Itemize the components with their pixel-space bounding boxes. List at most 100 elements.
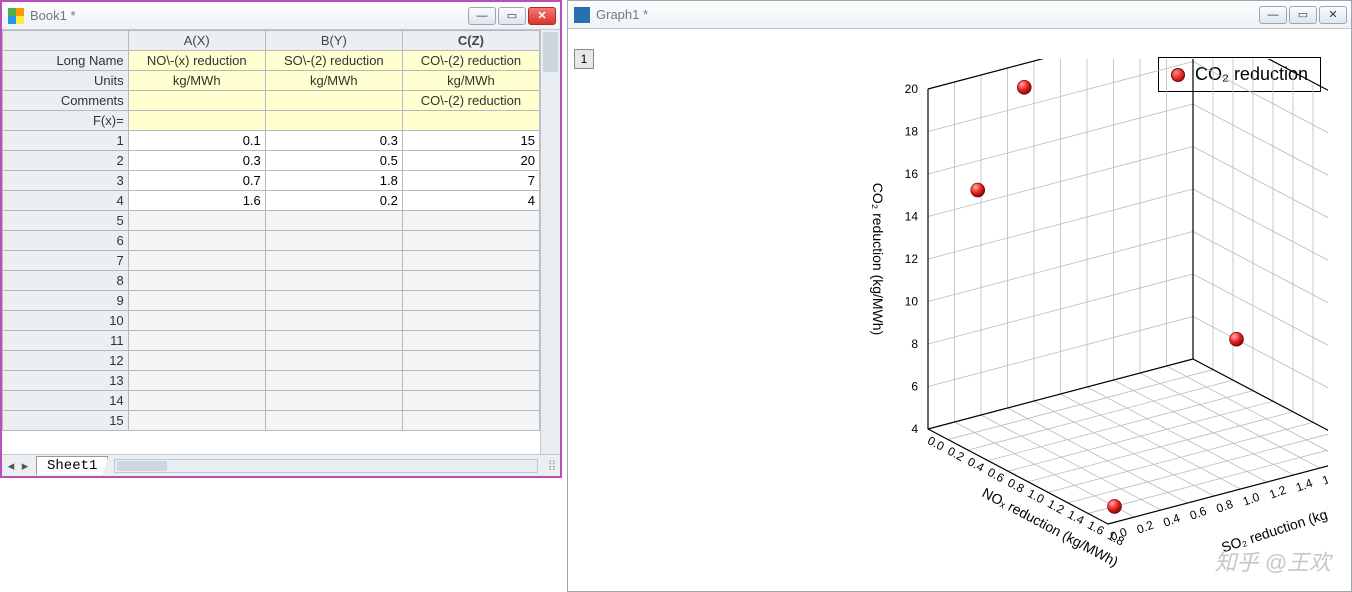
vertical-scrollbar[interactable] <box>540 30 560 454</box>
row-label-fx[interactable]: F(x)= <box>3 111 129 131</box>
row-label-units[interactable]: Units <box>3 71 129 91</box>
row-label-comments[interactable]: Comments <box>3 91 129 111</box>
close-button[interactable]: ✕ <box>1319 6 1347 24</box>
row-header[interactable]: 6 <box>3 231 129 251</box>
cell-b[interactable] <box>265 351 402 371</box>
cell-c[interactable] <box>402 331 539 351</box>
cell-c[interactable] <box>402 231 539 251</box>
minimize-button[interactable]: — <box>1259 6 1287 24</box>
cell-a[interactable] <box>128 411 265 431</box>
cell-a[interactable] <box>128 271 265 291</box>
close-button[interactable]: ✕ <box>528 7 556 25</box>
row-header[interactable]: 2 <box>3 151 129 171</box>
row-header[interactable]: 5 <box>3 211 129 231</box>
cell-units-c[interactable]: kg/MWh <box>402 71 539 91</box>
cell-c[interactable]: 15 <box>402 131 539 151</box>
minimize-button[interactable]: — <box>468 7 496 25</box>
cell-b[interactable] <box>265 231 402 251</box>
cell-c[interactable] <box>402 371 539 391</box>
cell-a[interactable]: 1.6 <box>128 191 265 211</box>
cell-b[interactable] <box>265 211 402 231</box>
row-header[interactable]: 11 <box>3 331 129 351</box>
corner-cell[interactable] <box>3 31 129 51</box>
cell-units-a[interactable]: kg/MWh <box>128 71 265 91</box>
horizontal-scrollbar[interactable] <box>114 459 538 473</box>
cell-fx-b[interactable] <box>265 111 402 131</box>
cell-b[interactable]: 0.2 <box>265 191 402 211</box>
row-header[interactable]: 3 <box>3 171 129 191</box>
cell-fx-a[interactable] <box>128 111 265 131</box>
data-point[interactable] <box>1108 499 1122 513</box>
row-label-longname[interactable]: Long Name <box>3 51 129 71</box>
cell-comments-a[interactable] <box>128 91 265 111</box>
cell-b[interactable] <box>265 251 402 271</box>
cell-a[interactable] <box>128 311 265 331</box>
row-header[interactable]: 10 <box>3 311 129 331</box>
cell-c[interactable] <box>402 411 539 431</box>
graph-canvas[interactable]: 1 CO₂ reduction 4681012141618200.00.20.4… <box>568 29 1351 591</box>
row-header[interactable]: 4 <box>3 191 129 211</box>
cell-a[interactable] <box>128 371 265 391</box>
cell-a[interactable] <box>128 331 265 351</box>
cell-a[interactable] <box>128 231 265 251</box>
maximize-button[interactable]: ▭ <box>1289 6 1317 24</box>
row-header[interactable]: 1 <box>3 131 129 151</box>
data-point[interactable] <box>971 183 985 197</box>
cell-c[interactable] <box>402 351 539 371</box>
row-header[interactable]: 9 <box>3 291 129 311</box>
cell-a[interactable] <box>128 251 265 271</box>
cell-b[interactable] <box>265 271 402 291</box>
cell-longname-c[interactable]: CO\-(2) reduction <box>402 51 539 71</box>
cell-comments-c[interactable]: CO\-(2) reduction <box>402 91 539 111</box>
col-header-a[interactable]: A(X) <box>128 31 265 51</box>
cell-a[interactable]: 0.7 <box>128 171 265 191</box>
row-header[interactable]: 14 <box>3 391 129 411</box>
cell-c[interactable]: 7 <box>402 171 539 191</box>
cell-a[interactable]: 0.3 <box>128 151 265 171</box>
cell-b[interactable]: 0.5 <box>265 151 402 171</box>
data-point[interactable] <box>1230 332 1244 346</box>
cell-longname-b[interactable]: SO\-(2) reduction <box>265 51 402 71</box>
sheet-tab[interactable]: Sheet1 <box>36 456 108 475</box>
cell-b[interactable]: 1.8 <box>265 171 402 191</box>
col-header-c[interactable]: C(Z) <box>402 31 539 51</box>
cell-c[interactable] <box>402 271 539 291</box>
maximize-button[interactable]: ▭ <box>498 7 526 25</box>
row-header[interactable]: 15 <box>3 411 129 431</box>
workbook-titlebar[interactable]: Book1 * — ▭ ✕ <box>2 2 560 30</box>
cell-a[interactable] <box>128 351 265 371</box>
cell-comments-b[interactable] <box>265 91 402 111</box>
row-header[interactable]: 12 <box>3 351 129 371</box>
cell-b[interactable] <box>265 311 402 331</box>
cell-c[interactable] <box>402 291 539 311</box>
row-header[interactable]: 7 <box>3 251 129 271</box>
resize-grip[interactable]: ⁞⁞ <box>544 458 560 473</box>
cell-b[interactable] <box>265 391 402 411</box>
cell-c[interactable]: 4 <box>402 191 539 211</box>
cell-c[interactable] <box>402 251 539 271</box>
cell-a[interactable]: 0.1 <box>128 131 265 151</box>
cell-c[interactable] <box>402 211 539 231</box>
col-header-b[interactable]: B(Y) <box>265 31 402 51</box>
data-point[interactable] <box>1017 80 1031 94</box>
tab-nav-first[interactable]: ◂ <box>4 458 18 474</box>
cell-a[interactable] <box>128 291 265 311</box>
row-header[interactable]: 8 <box>3 271 129 291</box>
cell-b[interactable] <box>265 291 402 311</box>
cell-a[interactable] <box>128 391 265 411</box>
cell-a[interactable] <box>128 211 265 231</box>
row-header[interactable]: 13 <box>3 371 129 391</box>
graph-titlebar[interactable]: Graph1 * — ▭ ✕ <box>568 1 1351 29</box>
cell-fx-c[interactable] <box>402 111 539 131</box>
cell-c[interactable]: 20 <box>402 151 539 171</box>
cell-units-b[interactable]: kg/MWh <box>265 71 402 91</box>
layer-button[interactable]: 1 <box>574 49 594 69</box>
cell-b[interactable] <box>265 411 402 431</box>
scatter-3d-plot[interactable]: 4681012141618200.00.20.40.60.81.01.21.41… <box>628 59 1328 591</box>
cell-b[interactable] <box>265 331 402 351</box>
cell-c[interactable] <box>402 311 539 331</box>
cell-b[interactable]: 0.3 <box>265 131 402 151</box>
cell-longname-a[interactable]: NO\-(x) reduction <box>128 51 265 71</box>
cell-b[interactable] <box>265 371 402 391</box>
tab-nav-next[interactable]: ▸ <box>18 458 32 474</box>
